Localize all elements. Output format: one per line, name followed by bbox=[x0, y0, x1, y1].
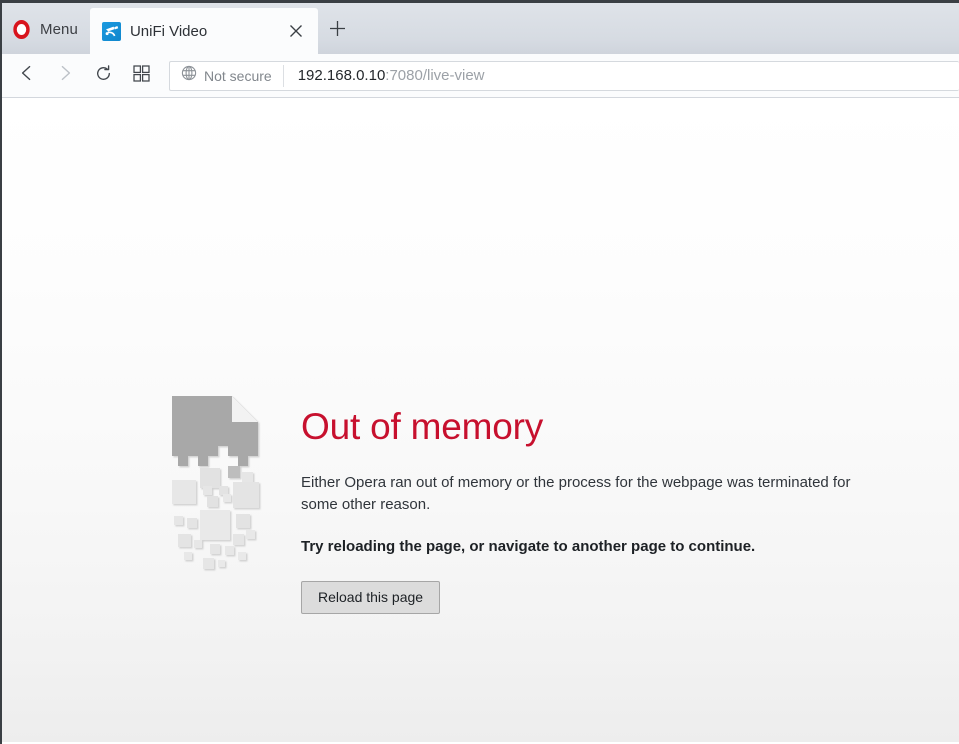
close-icon[interactable] bbox=[282, 17, 310, 45]
chevron-left-icon bbox=[18, 64, 36, 87]
error-description: Either Opera ran out of memory or the pr… bbox=[301, 472, 879, 516]
url-text[interactable]: 192.168.0.10:7080/live-view bbox=[284, 67, 485, 84]
browser-window: Menu UniFi Video bbox=[0, 0, 959, 744]
globe-icon bbox=[181, 65, 197, 86]
back-button[interactable] bbox=[8, 57, 46, 95]
chevron-right-icon bbox=[56, 64, 74, 87]
forward-button[interactable] bbox=[46, 57, 84, 95]
unifi-video-camera-icon bbox=[102, 22, 121, 41]
reload-circular-arrow-icon bbox=[94, 64, 113, 88]
grid-four-squares-icon bbox=[133, 65, 150, 87]
page-content: Out of memory Either Opera ran out of me… bbox=[2, 98, 959, 742]
opera-logo-icon bbox=[13, 20, 29, 39]
security-status-button[interactable]: Not secure bbox=[170, 62, 283, 90]
broken-page-document-icon bbox=[170, 394, 262, 574]
security-status-label: Not secure bbox=[204, 68, 272, 84]
url-host: 192.168.0.10 bbox=[298, 67, 386, 84]
plus-icon bbox=[329, 20, 346, 42]
speed-dial-button[interactable] bbox=[122, 57, 160, 95]
reload-button[interactable] bbox=[84, 57, 122, 95]
tab-strip: Menu UniFi Video bbox=[2, 0, 959, 54]
navigation-toolbar: Not secure 192.168.0.10:7080/live-view bbox=[2, 54, 959, 98]
menu-button-label: Menu bbox=[40, 21, 78, 38]
tab-title: UniFi Video bbox=[130, 23, 282, 40]
url-path: :7080/live-view bbox=[385, 67, 484, 84]
opera-menu-button[interactable]: Menu bbox=[2, 12, 90, 46]
address-bar[interactable]: Not secure 192.168.0.10:7080/live-view bbox=[169, 61, 959, 91]
page-title: Out of memory bbox=[301, 408, 901, 445]
new-tab-button[interactable] bbox=[318, 8, 358, 54]
error-text-block: Out of memory Either Opera ran out of me… bbox=[301, 394, 901, 614]
tab-unifi-video[interactable]: UniFi Video bbox=[90, 8, 318, 54]
error-hint: Try reloading the page, or navigate to a… bbox=[301, 538, 901, 555]
reload-this-page-button[interactable]: Reload this page bbox=[301, 581, 440, 614]
error-container: Out of memory Either Opera ran out of me… bbox=[170, 394, 901, 614]
